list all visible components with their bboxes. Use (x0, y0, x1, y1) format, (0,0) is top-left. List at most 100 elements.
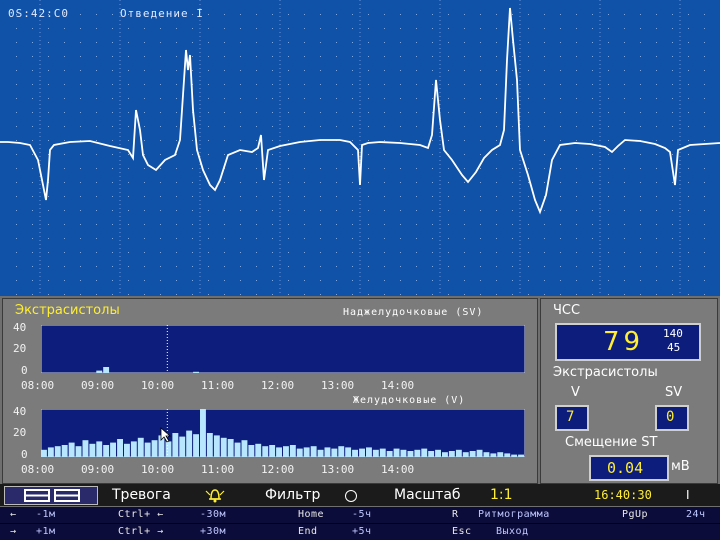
v-bar (179, 436, 186, 457)
v-chart[interactable]: 40 20 0 (13, 405, 525, 467)
key-left-action: -1м (36, 509, 56, 520)
ecg-trace (0, 7, 720, 215)
alarm-bell-icon[interactable] (203, 487, 227, 503)
sv-plot-bg (41, 325, 525, 373)
st-label: Смещение ST (565, 435, 658, 450)
v-bar (324, 447, 331, 457)
sv-xtick: 10:00 (141, 379, 175, 392)
scale-label[interactable]: Масштаб (394, 487, 461, 503)
key-pgup: PgUp (622, 509, 649, 520)
ecg-lead-label: Отведение I (120, 7, 204, 20)
v-bar (68, 442, 75, 457)
v-bar (303, 447, 310, 457)
ecg-strip: 0S:42:C0 Отведение I (0, 0, 720, 296)
v-bar (248, 445, 255, 457)
v-bar (144, 442, 151, 457)
v-bar (41, 449, 47, 457)
key-home: Home (298, 509, 325, 520)
v-bar (400, 449, 407, 457)
v-bar (455, 449, 462, 457)
v-xtick: 09:00 (81, 463, 115, 476)
v-bar (130, 441, 137, 457)
v-bar (393, 448, 400, 457)
key-home-action: -5ч (352, 509, 372, 520)
filter-label[interactable]: Фильтр (265, 487, 320, 503)
key-pgup-action: 24ч (686, 509, 706, 520)
alarm-label[interactable]: Тревога (112, 487, 171, 503)
v-bar (338, 446, 345, 457)
v-bar (428, 451, 435, 457)
hr-display: 79 140 45 (555, 323, 701, 361)
v-plot-area (41, 409, 525, 457)
sv-bar (103, 367, 110, 373)
ecg-time: 0S:42:C0 (8, 7, 69, 20)
v-chart-title: Желудочковые (V) (353, 395, 466, 406)
sv-count-box: 0 (655, 405, 689, 431)
scale-value[interactable]: 1:1 (490, 487, 513, 503)
v-bar (331, 448, 338, 457)
v-bar (490, 453, 497, 457)
es-logo (4, 486, 98, 505)
v-bar (345, 447, 352, 457)
filter-toggle-icon[interactable] (345, 490, 357, 502)
extrasystoles-trend-panel: Экстрасистолы Наджелудочковые (SV) 40 20… (2, 298, 538, 484)
hr-label: ЧСС (553, 303, 581, 318)
v-xtick: 10:00 (141, 463, 175, 476)
hr-st-panel: ЧСС 79 140 45 Экстрасистолы V SV 7 0 Сме… (540, 298, 718, 484)
v-bar (227, 439, 234, 457)
v-bar (165, 441, 172, 457)
v-bar (47, 447, 54, 457)
v-count-label: V (571, 385, 580, 400)
v-bar (276, 447, 282, 457)
sv-ytick-0: 0 (21, 364, 28, 377)
key-end: End (298, 526, 318, 537)
sv-x-ticks: 08:00 09:00 10:00 11:00 12:00 13:00 14:00 (3, 379, 537, 393)
sv-count-label: SV (665, 385, 683, 400)
key-ctrl-right: Ctrl+ → (118, 526, 164, 537)
key-right: → (10, 526, 17, 537)
v-bar (82, 440, 89, 457)
v-bar (137, 437, 144, 457)
v-xtick: 13:00 (321, 463, 355, 476)
v-bar (296, 448, 303, 457)
v-bar (379, 448, 386, 457)
hr-max: 140 (663, 327, 683, 340)
es-logo-icon (24, 489, 80, 502)
v-bar (241, 440, 248, 457)
key-ctrl-right-action: +30м (200, 526, 227, 537)
st-unit: мВ (671, 459, 690, 474)
lower-panels: Экстрасистолы Наджелудочковые (SV) 40 20… (0, 296, 720, 508)
sv-xtick: 08:00 (21, 379, 55, 392)
key-esc: Esc (452, 526, 472, 537)
key-r: R (452, 509, 459, 520)
v-bar (61, 445, 68, 457)
v-bar (206, 433, 213, 457)
hr-value: 79 (603, 327, 645, 357)
v-bar (366, 447, 372, 457)
sv-bar (193, 371, 199, 373)
sv-chart[interactable]: 40 20 0 (13, 321, 525, 383)
v-bar (269, 445, 276, 457)
v-bar (421, 448, 428, 457)
key-ctrl-left-action: -30м (200, 509, 227, 520)
key-left: ← (10, 509, 17, 520)
v-bar (110, 442, 116, 457)
v-bar (283, 446, 289, 457)
v-bar (89, 443, 96, 457)
v-xtick: 11:00 (201, 463, 235, 476)
v-bar (54, 446, 61, 457)
key-help-row-2: → +1м Ctrl+ → +30м End +5ч Esc Выход (0, 524, 720, 540)
v-ytick-40: 40 (13, 405, 27, 418)
st-box: 0.04 (589, 455, 669, 481)
v-x-ticks: 08:00 09:00 10:00 11:00 12:00 13:00 14:00 (3, 463, 537, 477)
v-xtick: 08:00 (21, 463, 55, 476)
v-bar (117, 439, 123, 457)
v-bar (193, 434, 199, 457)
key-right-action: +1м (36, 526, 56, 537)
key-esc-action: Выход (496, 526, 529, 537)
st-value: 0.04 (607, 459, 644, 477)
v-bar (442, 452, 448, 457)
v-bar (435, 449, 441, 457)
v-bar (352, 449, 358, 457)
v-bar (234, 442, 241, 457)
